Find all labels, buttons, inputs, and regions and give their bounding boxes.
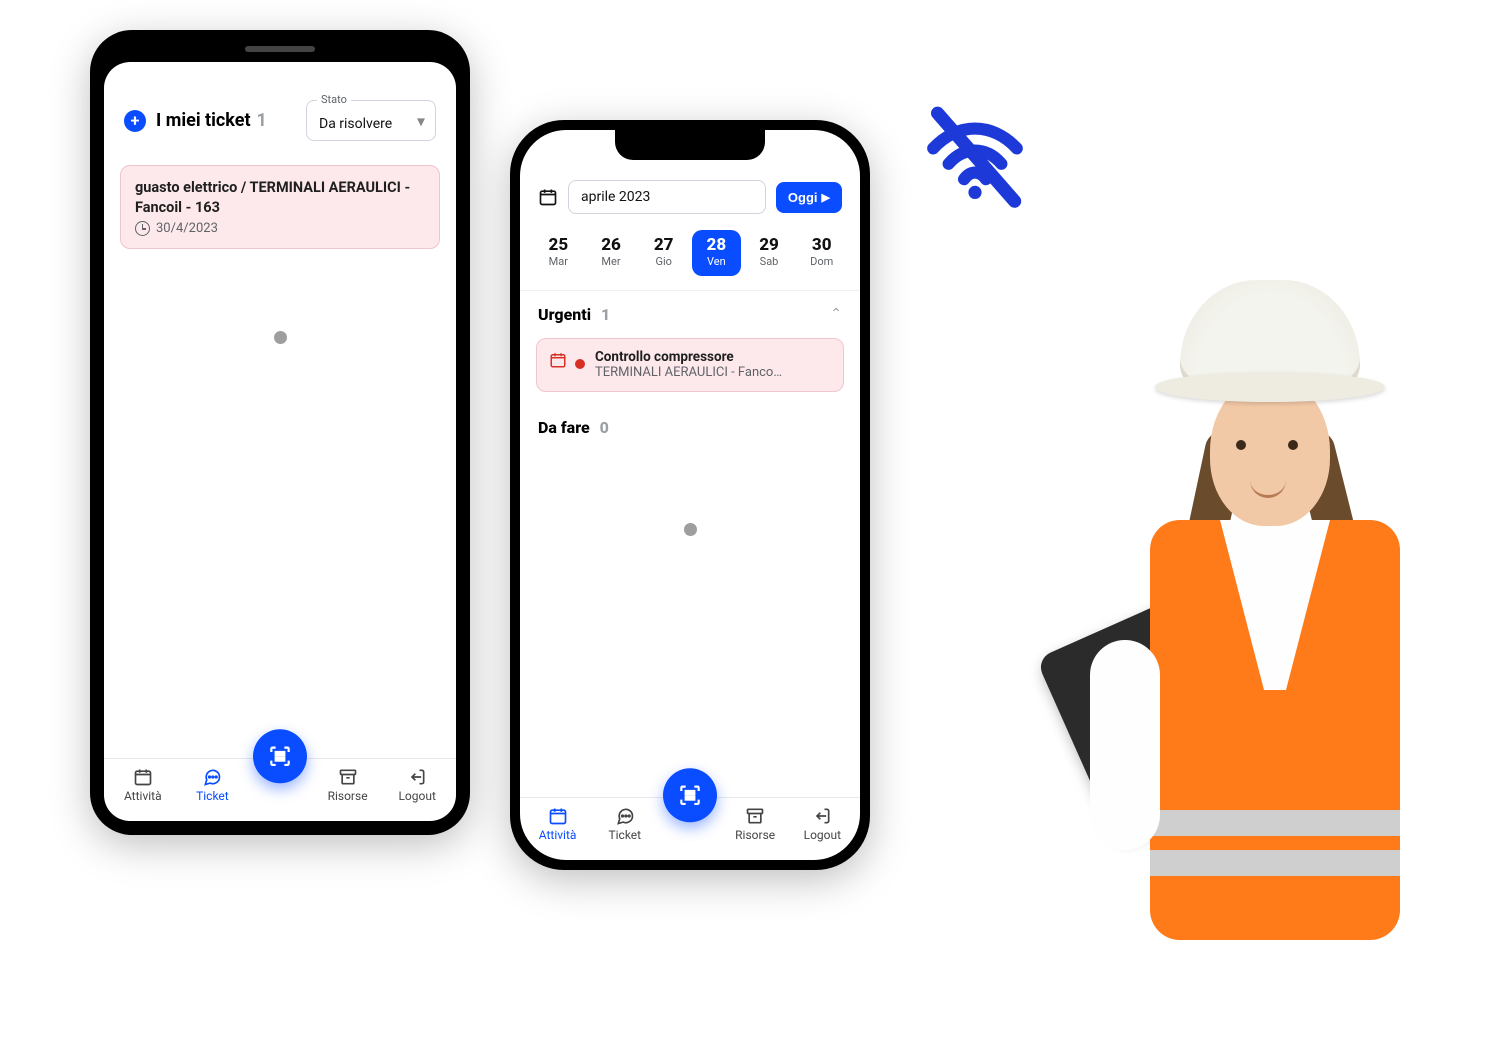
section-label: Da fare [538, 418, 590, 437]
day-cell[interactable]: 29 Sab [745, 230, 794, 276]
nav-logout[interactable]: Logout [388, 767, 446, 803]
bottom-nav: Attività Ticket Risorse Logout [104, 758, 456, 821]
nav-logout[interactable]: Logout [793, 806, 851, 842]
urgent-title: Controllo compressore [595, 349, 785, 365]
urgent-icons [549, 351, 585, 373]
day-cell[interactable]: 30 Dom [797, 230, 846, 276]
calendar-icon[interactable] [538, 187, 558, 207]
nav-ticket[interactable]: Ticket [596, 806, 654, 842]
title-text: I miei ticket [156, 110, 251, 131]
nav-label: Attività [539, 828, 577, 842]
status-filter[interactable]: Stato Da risolvere ▾ [306, 100, 436, 141]
nav-label: Ticket [608, 828, 641, 842]
nav-attivita[interactable]: Attività [529, 806, 587, 842]
logout-icon [810, 806, 834, 826]
nav-label: Risorse [735, 828, 775, 842]
pager-dot [274, 331, 287, 344]
section-count: 1 [601, 305, 610, 324]
nav-risorse[interactable]: Risorse [726, 806, 784, 842]
archive-icon [336, 767, 360, 787]
month-picker[interactable]: aprile 2023 [568, 180, 766, 214]
urgent-task-card[interactable]: Controllo compressore TERMINALI AERAULIC… [536, 338, 844, 392]
bottom-nav: Attività Ticket Risorse Logout [520, 797, 860, 860]
chat-icon [613, 806, 637, 826]
page-title: I miei ticket 1 [156, 110, 296, 131]
nav-risorse[interactable]: Risorse [319, 767, 377, 803]
nav-label: Logout [804, 828, 841, 842]
chevron-up-icon: ⌃ [830, 306, 842, 322]
day-cell-selected[interactable]: 28 Ven [692, 230, 741, 276]
week-days-row: 25 Mar 26 Mer 27 Gio 28 Ven 29 Sab 30 Do… [520, 222, 860, 291]
calendar-alert-icon [549, 351, 567, 369]
chat-icon [200, 767, 224, 787]
phone-android: + I miei ticket 1 Stato Da risolvere ▾ g… [90, 30, 470, 835]
logout-icon [405, 767, 429, 787]
archive-icon [743, 806, 767, 826]
chevron-down-icon: ▾ [417, 111, 425, 130]
worker-photo [1060, 280, 1440, 1010]
title-count: 1 [257, 110, 267, 131]
section-count: 0 [600, 418, 609, 437]
calendar-icon [131, 767, 155, 787]
ticket-date: 30/4/2023 [156, 221, 218, 236]
nav-label: Ticket [196, 789, 229, 803]
nav-label: Logout [398, 789, 435, 803]
clock-icon [135, 221, 150, 236]
status-dot-icon [575, 359, 585, 369]
section-label: Urgenti [538, 305, 591, 324]
nav-ticket[interactable]: Ticket [183, 767, 241, 803]
nav-label: Risorse [328, 789, 368, 803]
pager-dot [684, 523, 697, 536]
ticket-card[interactable]: guasto elettrico / TERMINALI AERAULICI -… [120, 165, 440, 249]
section-todo-header[interactable]: Da fare 0 [520, 400, 860, 443]
add-ticket-icon[interactable]: + [124, 110, 146, 132]
nav-label: Attività [124, 789, 162, 803]
urgent-subtitle: TERMINALI AERAULICI - Fancoil - ... [595, 365, 785, 381]
phone-iphone: aprile 2023 Oggi ▶ 25 Mar 26 Mer 27 Gio … [510, 120, 870, 870]
filter-label: Stato [317, 93, 351, 106]
arrow-right-icon: ▶ [822, 191, 830, 204]
nav-attivita[interactable]: Attività [114, 767, 172, 803]
qr-scan-button[interactable] [663, 768, 717, 822]
section-urgent-header[interactable]: Urgenti 1 ⌃ [520, 291, 860, 330]
calendar-icon [546, 806, 570, 826]
today-button[interactable]: Oggi ▶ [776, 182, 842, 213]
qr-scan-button[interactable] [253, 729, 307, 783]
filter-value: Da risolvere [319, 116, 392, 132]
day-cell[interactable]: 26 Mer [587, 230, 636, 276]
today-label: Oggi [788, 190, 818, 205]
ticket-title: guasto elettrico / TERMINALI AERAULICI -… [135, 178, 425, 217]
wifi-off-icon [920, 100, 1030, 210]
month-value: aprile 2023 [581, 189, 650, 205]
day-cell[interactable]: 27 Gio [639, 230, 688, 276]
day-cell[interactable]: 25 Mar [534, 230, 583, 276]
